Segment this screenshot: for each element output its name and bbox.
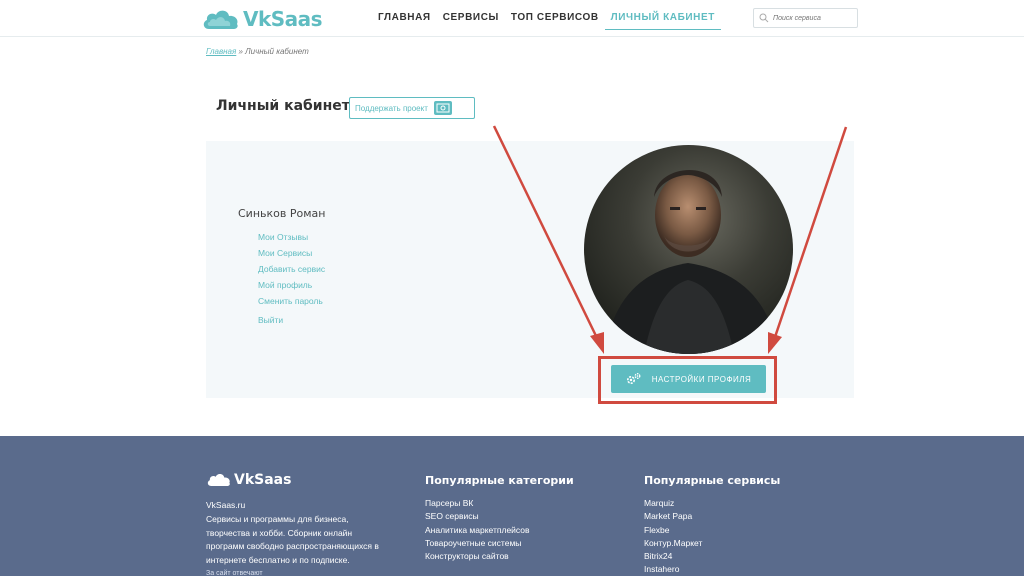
nav-services[interactable]: Сервисы [437,0,505,30]
footer-categories-title: Популярные категории [425,474,574,487]
breadcrumb-separator: » [236,47,246,56]
page-title: Личный кабинет [216,98,350,114]
footer-site: VkSaas.ru [206,500,246,510]
avatar-portrait [604,169,779,354]
footer-service-link[interactable]: Instahero [644,563,702,576]
menu-change-password[interactable]: Сменить пароль [258,295,325,311]
menu-my-reviews[interactable]: Мои Отзывы [258,231,325,247]
support-project-button[interactable]: Поддержать проект [349,97,475,119]
footer-service-link[interactable]: Flexbe [644,524,702,537]
menu-my-profile[interactable]: Мой профиль [258,279,325,295]
cloud-icon [203,10,238,29]
footer-category-link[interactable]: Товароучетные системы [425,537,530,550]
profile-settings-button[interactable]: Настройки профиля [611,365,766,393]
cloud-icon [207,474,230,486]
footer-services-list: Marquiz Market Papa Flexbe Контур.Маркет… [644,497,702,577]
nav-account[interactable]: Личный кабинет [604,0,721,30]
footer-logo-text: VkSaas [234,471,292,488]
footer-service-link[interactable]: Bitrix24 [644,550,702,563]
search-input[interactable] [773,14,853,22]
avatar [584,145,793,354]
account-menu: Мои Отзывы Мои Сервисы Добавить сервис М… [258,231,325,330]
footer-service-link[interactable]: Market Papa [644,510,702,523]
footer-service-link[interactable]: Контур.Маркет [644,537,702,550]
search-box[interactable] [753,8,858,28]
breadcrumb-home[interactable]: Главная [206,47,236,56]
footer-category-link[interactable]: SEO сервисы [425,510,530,523]
money-icon [433,101,452,115]
main-nav: Главная Сервисы Топ сервисов Личный каби… [372,0,721,37]
search-icon [759,13,769,23]
menu-add-service[interactable]: Добавить сервис [258,263,325,279]
footer-services-title: Популярные сервисы [644,474,781,487]
nav-home[interactable]: Главная [372,0,437,30]
footer-logo[interactable]: VkSaas [206,471,291,488]
footer-description: Сервисы и программы для бизнеса, творчес… [206,514,379,565]
footer-categories-list: Парсеры ВК SEO сервисы Аналитика маркетп… [425,497,530,563]
support-label: Поддержать проект [355,103,428,113]
gears-icon [626,373,641,385]
user-name: Синьков Роман [238,207,326,220]
menu-logout[interactable]: Выйти [258,314,325,330]
footer-category-link[interactable]: Парсеры ВК [425,497,530,510]
settings-label: Настройки профиля [651,374,752,384]
breadcrumb: Главная » Личный кабинет [206,47,309,56]
logo-text: VkSaas [243,7,323,31]
footer-service-link[interactable]: Marquiz [644,497,702,510]
footer-category-link[interactable]: Конструкторы сайтов [425,550,530,563]
logo[interactable]: VkSaas [201,6,323,32]
footer-category-link[interactable]: Аналитика маркетплейсов [425,524,530,537]
breadcrumb-current: Личный кабинет [245,47,309,56]
header: VkSaas Главная Сервисы Топ сервисов Личн… [0,0,1024,37]
menu-my-services[interactable]: Мои Сервисы [258,247,325,263]
nav-top-services[interactable]: Топ сервисов [505,0,605,30]
